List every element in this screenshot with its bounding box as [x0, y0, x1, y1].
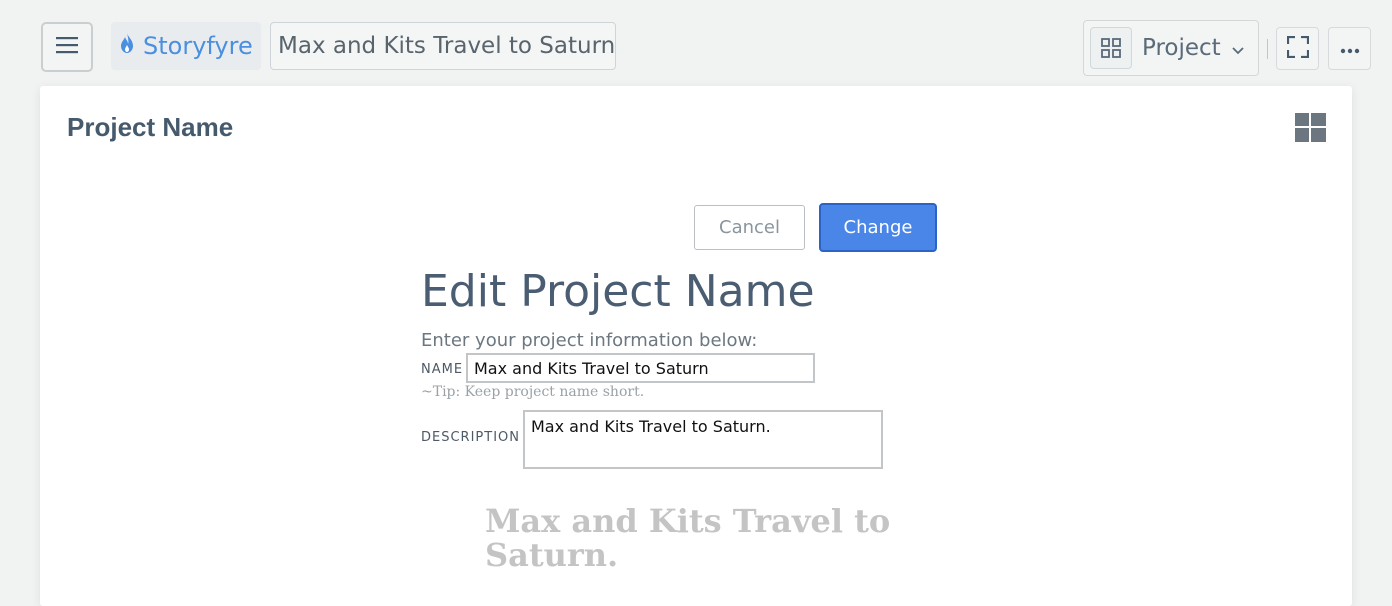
description-input[interactable]: Max and Kits Travel to Saturn.	[523, 410, 883, 469]
grid-icon	[1090, 27, 1132, 69]
cancel-button[interactable]: Cancel	[694, 205, 805, 250]
brand-logo[interactable]: Storyfyre	[111, 22, 261, 70]
toolbar-divider	[1267, 39, 1268, 59]
project-title-field[interactable]: Max and Kits Travel to Saturn	[270, 22, 616, 70]
name-tip: ~Tip: Keep project name short.	[421, 384, 645, 400]
description-label: DESCRIPTION	[421, 430, 520, 445]
name-label: NAME	[421, 362, 464, 377]
menu-button[interactable]	[41, 22, 93, 72]
hamburger-icon	[55, 35, 79, 59]
ellipsis-icon	[1340, 39, 1360, 58]
description-preview: Max and Kits Travel to Saturn.	[485, 502, 891, 574]
more-options-button[interactable]	[1328, 27, 1371, 70]
view-select-label: Project	[1142, 35, 1221, 61]
project-title: Max and Kits Travel to Saturn	[278, 33, 616, 59]
fullscreen-button[interactable]	[1276, 27, 1319, 70]
change-button[interactable]: Change	[819, 203, 937, 252]
layout-grid-icon[interactable]	[1295, 113, 1326, 146]
brand-name: Storyfyre	[143, 32, 253, 60]
chevron-down-icon	[1231, 35, 1245, 61]
card-title: Project Name	[67, 112, 234, 142]
form-heading: Edit Project Name	[421, 266, 815, 317]
fullscreen-icon	[1286, 35, 1309, 62]
name-input[interactable]	[466, 353, 815, 383]
flame-icon	[119, 32, 135, 60]
form-intro: Enter your project information below:	[421, 330, 758, 351]
view-select[interactable]: Project	[1083, 20, 1259, 76]
project-name-card: Project Name Cancel Change Edit Project …	[40, 86, 1352, 606]
